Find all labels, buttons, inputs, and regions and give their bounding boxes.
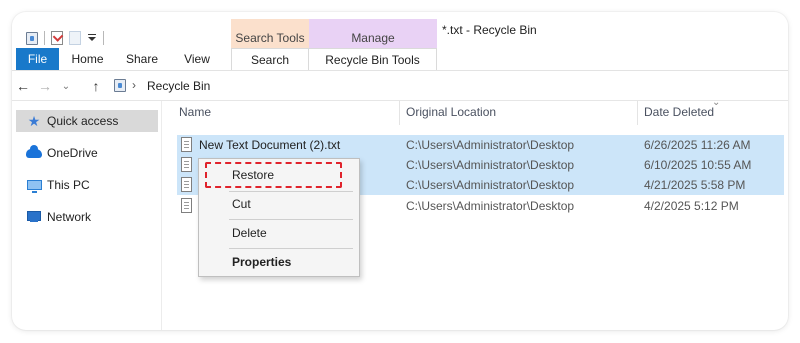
menu-item-delete[interactable]: Delete <box>199 222 359 244</box>
toolbar-divider <box>103 31 104 45</box>
nav-item-label: This PC <box>47 178 90 192</box>
column-divider[interactable] <box>399 101 400 125</box>
new-folder-icon[interactable] <box>69 31 81 45</box>
breadcrumb-chevron-icon[interactable]: › <box>132 78 136 92</box>
up-arrow-icon[interactable]: ↑ <box>87 72 105 100</box>
customize-toolbar-icon[interactable] <box>87 32 97 44</box>
file-row[interactable]: New Text Document (2).txt C:\Users\Admin… <box>177 135 784 155</box>
ribbon-tabs: File Home Share View Search Recycle Bin … <box>12 48 788 70</box>
tab-file[interactable]: File <box>16 48 59 70</box>
nav-item-network[interactable]: Network <box>16 206 158 228</box>
properties-check-icon[interactable] <box>51 31 63 45</box>
nav-item-label: Quick access <box>47 114 119 128</box>
sort-chevron-icon: ⌄ <box>712 97 721 108</box>
back-arrow-icon[interactable]: ← <box>14 72 32 100</box>
nav-item-onedrive[interactable]: OneDrive <box>16 142 158 164</box>
recent-locations-chevron-icon[interactable]: ⌄ <box>57 72 75 100</box>
tab-home[interactable]: Home <box>64 48 111 70</box>
nav-item-label: Network <box>47 210 92 224</box>
nav-item-quick-access[interactable]: ★ Quick access <box>16 110 158 132</box>
recycle-bin-icon <box>114 79 126 92</box>
address-path[interactable]: Recycle Bin <box>147 79 210 93</box>
tab-view[interactable]: View <box>174 48 220 70</box>
pane-splitter[interactable] <box>161 101 162 330</box>
quick-access-toolbar <box>26 26 104 50</box>
file-location: C:\Users\Administrator\Desktop <box>406 158 575 172</box>
file-date-deleted: 6/10/2025 10:55 AM <box>644 158 752 172</box>
menu-divider <box>229 191 353 192</box>
navigation-bar: ← → ⌄ ↑ › Recycle Bin <box>12 72 788 100</box>
explorer-window: Search Tools Manage *.txt - Recycle Bin … <box>12 12 788 330</box>
text-file-icon <box>181 157 192 172</box>
column-header-date-deleted[interactable]: Date Deleted <box>644 105 714 119</box>
column-header-original-location[interactable]: Original Location <box>406 105 496 119</box>
menu-divider <box>229 248 353 249</box>
file-location: C:\Users\Administrator\Desktop <box>406 199 575 213</box>
column-divider[interactable] <box>637 101 638 125</box>
star-icon: ★ <box>27 113 41 129</box>
menu-item-cut[interactable]: Cut <box>199 193 359 215</box>
file-location: C:\Users\Administrator\Desktop <box>406 138 575 152</box>
file-date-deleted: 4/2/2025 5:12 PM <box>644 199 739 213</box>
column-header-name[interactable]: Name <box>179 105 211 119</box>
forward-arrow-icon[interactable]: → <box>36 72 54 100</box>
window-title: *.txt - Recycle Bin <box>442 23 537 37</box>
file-name: New Text Document (2).txt <box>199 138 341 152</box>
menu-item-properties[interactable]: Properties <box>199 251 359 273</box>
toolbar-divider <box>44 31 45 45</box>
context-menu: Restore Cut Delete Properties <box>198 158 360 277</box>
computer-icon <box>26 177 42 193</box>
cloud-icon <box>26 144 42 161</box>
ribbon-divider <box>12 70 788 71</box>
menu-divider <box>229 219 353 220</box>
restore-highlight-box <box>205 162 342 188</box>
tab-recycle-bin-tools[interactable]: Recycle Bin Tools <box>309 48 437 70</box>
network-icon <box>26 209 42 225</box>
text-file-icon <box>181 137 192 152</box>
recycle-bin-icon[interactable] <box>26 31 38 45</box>
navigation-pane: ★ Quick access OneDrive This PC Network <box>12 101 161 330</box>
nav-item-this-pc[interactable]: This PC <box>16 174 158 196</box>
text-file-icon <box>181 177 192 192</box>
file-date-deleted: 6/26/2025 11:26 AM <box>644 138 751 152</box>
nav-item-label: OneDrive <box>47 146 98 160</box>
tab-share[interactable]: Share <box>116 48 168 70</box>
file-location: C:\Users\Administrator\Desktop <box>406 178 575 192</box>
file-date-deleted: 4/21/2025 5:58 PM <box>644 178 746 192</box>
tab-search[interactable]: Search <box>231 48 309 70</box>
text-file-icon <box>181 198 192 213</box>
